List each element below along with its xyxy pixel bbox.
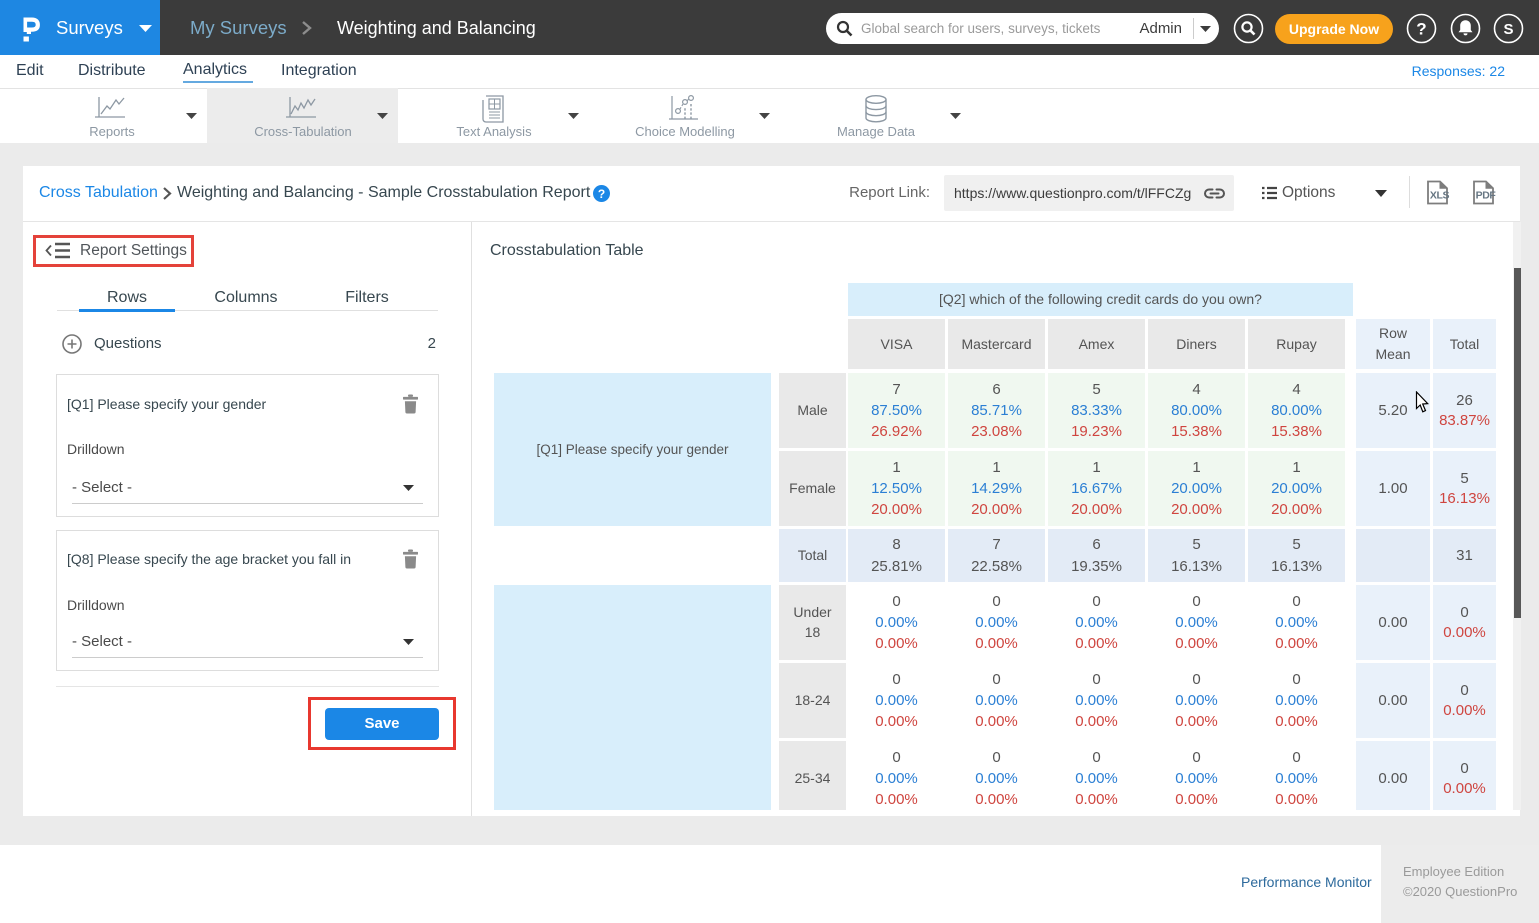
svg-text:?: ? [598,187,605,201]
svg-text:XLS: XLS [1430,190,1450,202]
svg-text:S: S [1503,21,1513,38]
svg-text:?: ? [1416,20,1426,39]
svg-text:PDF: PDF [1476,190,1497,202]
